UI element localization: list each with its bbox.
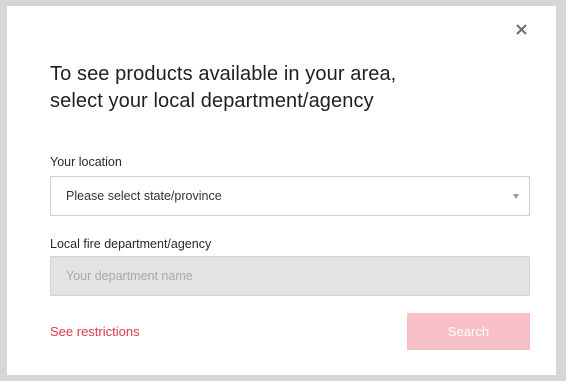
modal-title-line-1: To see products available in your area, — [50, 63, 397, 85]
chevron-down-icon — [513, 194, 519, 199]
close-button[interactable] — [510, 20, 532, 42]
modal-title: To see products available in your area, … — [50, 61, 500, 115]
location-label: Your location — [50, 155, 122, 169]
modal-title-line-2: select your local department/agency — [50, 90, 374, 112]
close-icon — [515, 24, 527, 35]
department-input[interactable] — [50, 256, 530, 296]
location-select-value: Please select state/province — [66, 189, 222, 203]
search-button[interactable]: Search — [407, 313, 530, 350]
department-label: Local fire department/agency — [50, 237, 212, 251]
location-modal: To see products available in your area, … — [7, 6, 556, 375]
see-restrictions-link[interactable]: See restrictions — [50, 324, 140, 339]
location-select[interactable]: Please select state/province — [50, 176, 530, 216]
